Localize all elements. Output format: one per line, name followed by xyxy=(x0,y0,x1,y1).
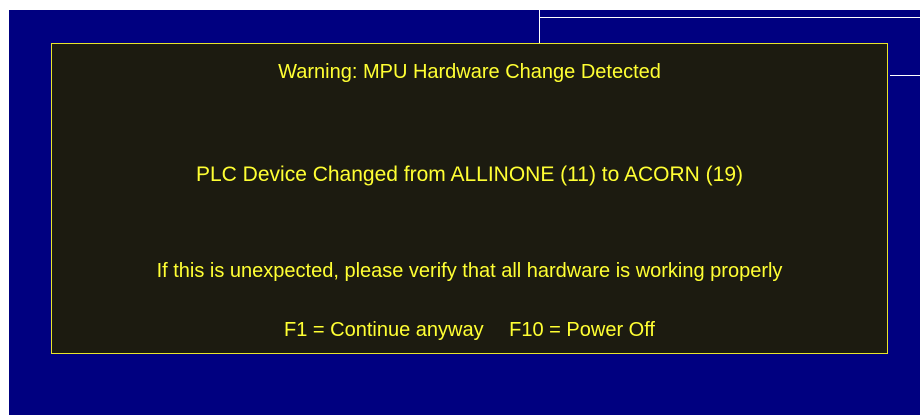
continue-anyway-option[interactable]: F1 = Continue anyway xyxy=(284,319,484,341)
warning-title: Warning: MPU Hardware Change Detected xyxy=(278,61,661,83)
background-divider-vertical xyxy=(539,10,540,44)
device-change-message: PLC Device Changed from ALLINONE (11) to… xyxy=(196,163,743,186)
background-divider-right xyxy=(890,75,920,76)
verification-advice: If this is unexpected, please verify tha… xyxy=(156,260,783,282)
power-off-option[interactable]: F10 = Power Off xyxy=(509,319,655,341)
function-key-options: F1 = Continue anyway F10 = Power Off xyxy=(52,320,887,340)
hardware-change-warning-dialog: Warning: MPU Hardware Change Detected PL… xyxy=(51,43,888,354)
screen-background: Warning: MPU Hardware Change Detected PL… xyxy=(9,10,920,415)
background-divider-top xyxy=(539,17,920,18)
